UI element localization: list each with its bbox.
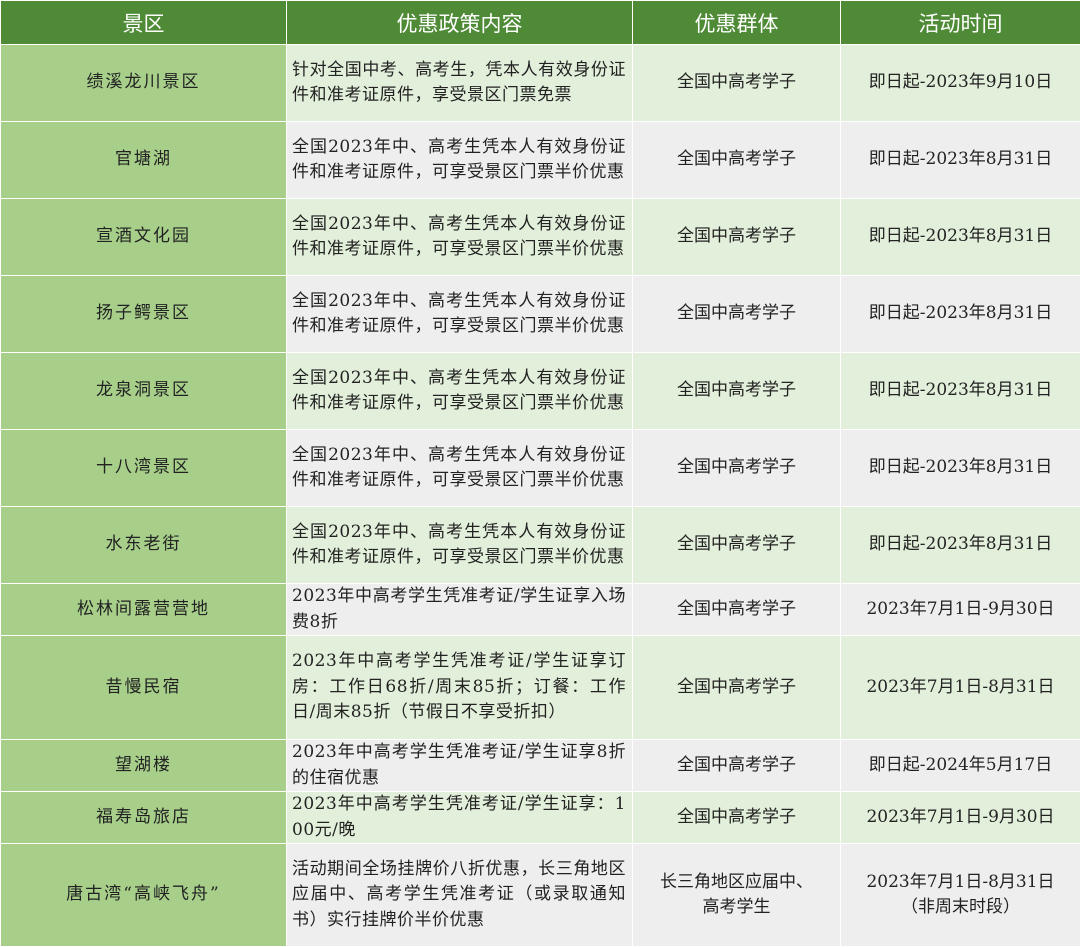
time-text: 2023年7月1日-9月30日 [841, 792, 1080, 844]
spot-name: 官塘湖 [1, 122, 287, 199]
table-row: 官塘湖 全国2023年中、高考生凭本人有效身份证件和准考证原件，可享受景区门票半… [1, 122, 1080, 199]
policy-text: 针对全国中考、高考生，凭本人有效身份证件和准考证原件，享受景区门票免票 [287, 45, 633, 122]
spot-name: 十八湾景区 [1, 430, 287, 507]
header-policy: 优惠政策内容 [287, 1, 633, 45]
table-row: 龙泉洞景区 全国2023年中、高考生凭本人有效身份证件和准考证原件，可享受景区门… [1, 353, 1080, 430]
time-text: 2023年7月1日-8月31日 [841, 636, 1080, 740]
time-text: 即日起-2023年8月31日 [841, 430, 1080, 507]
spot-name: 松林间露营营地 [1, 584, 287, 636]
group-text: 长三角地区应届中、 高考学生 [633, 844, 841, 947]
table-row: 唐古湾“高峡飞舟” 活动期间全场挂牌价八折优惠，长三角地区应届中、高考学生凭准考… [1, 844, 1080, 947]
header-group: 优惠群体 [633, 1, 841, 45]
group-text: 全国中高考学子 [633, 507, 841, 584]
policy-text: 2023年中高考学生凭准考证/学生证享：100元/晚 [287, 792, 633, 844]
spot-name: 唐古湾“高峡飞舟” [1, 844, 287, 947]
table-row: 福寿岛旅店 2023年中高考学生凭准考证/学生证享：100元/晚 全国中高考学子… [1, 792, 1080, 844]
group-text: 全国中高考学子 [633, 584, 841, 636]
header-row: 景区 优惠政策内容 优惠群体 活动时间 [1, 1, 1080, 45]
spot-name: 龙泉洞景区 [1, 353, 287, 430]
table-row: 扬子鳄景区 全国2023年中、高考生凭本人有效身份证件和准考证原件，可享受景区门… [1, 276, 1080, 353]
group-text: 全国中高考学子 [633, 636, 841, 740]
header-spot: 景区 [1, 1, 287, 45]
group-text: 全国中高考学子 [633, 792, 841, 844]
group-text: 全国中高考学子 [633, 276, 841, 353]
discount-table: 景区 优惠政策内容 优惠群体 活动时间 绩溪龙川景区 针对全国中考、高考生，凭本… [0, 0, 1080, 947]
table-row: 松林间露营营地 2023年中高考学生凭准考证/学生证享入场费8折 全国中高考学子… [1, 584, 1080, 636]
time-text: 即日起-2023年8月31日 [841, 353, 1080, 430]
spot-name: 绩溪龙川景区 [1, 45, 287, 122]
group-text: 全国中高考学子 [633, 740, 841, 792]
policy-text: 2023年中高考学生凭准考证/学生证享订房：工作日68折/周末85折；订餐：工作… [287, 636, 633, 740]
policy-text: 全国2023年中、高考生凭本人有效身份证件和准考证原件，可享受景区门票半价优惠 [287, 122, 633, 199]
time-text: 即日起-2024年5月17日 [841, 740, 1080, 792]
time-text: 即日起-2023年8月31日 [841, 199, 1080, 276]
policy-text: 活动期间全场挂牌价八折优惠，长三角地区应届中、高考学生凭准考证（或录取通知书）实… [287, 844, 633, 947]
time-text: 即日起-2023年8月31日 [841, 276, 1080, 353]
time-text: 即日起-2023年8月31日 [841, 122, 1080, 199]
table-row: 昔慢民宿 2023年中高考学生凭准考证/学生证享订房：工作日68折/周末85折；… [1, 636, 1080, 740]
table-row: 望湖楼 2023年中高考学生凭准考证/学生证享8折的住宿优惠 全国中高考学子 即… [1, 740, 1080, 792]
table-row: 绩溪龙川景区 针对全国中考、高考生，凭本人有效身份证件和准考证原件，享受景区门票… [1, 45, 1080, 122]
spot-name: 水东老街 [1, 507, 287, 584]
spot-name: 望湖楼 [1, 740, 287, 792]
policy-text: 全国2023年中、高考生凭本人有效身份证件和准考证原件，可享受景区门票半价优惠 [287, 430, 633, 507]
group-text: 全国中高考学子 [633, 45, 841, 122]
table-row: 宣酒文化园 全国2023年中、高考生凭本人有效身份证件和准考证原件，可享受景区门… [1, 199, 1080, 276]
spot-name: 宣酒文化园 [1, 199, 287, 276]
policy-text: 全国2023年中、高考生凭本人有效身份证件和准考证原件，可享受景区门票半价优惠 [287, 507, 633, 584]
spot-name: 福寿岛旅店 [1, 792, 287, 844]
time-text: 2023年7月1日-8月31日 （非周末时段） [841, 844, 1080, 947]
policy-text: 2023年中高考学生凭准考证/学生证享入场费8折 [287, 584, 633, 636]
group-text: 全国中高考学子 [633, 199, 841, 276]
header-time: 活动时间 [841, 1, 1080, 45]
time-text: 2023年7月1日-9月30日 [841, 584, 1080, 636]
group-text: 全国中高考学子 [633, 122, 841, 199]
policy-text: 全国2023年中、高考生凭本人有效身份证件和准考证原件，可享受景区门票半价优惠 [287, 353, 633, 430]
policy-text: 全国2023年中、高考生凭本人有效身份证件和准考证原件，可享受景区门票半价优惠 [287, 276, 633, 353]
time-text: 即日起-2023年8月31日 [841, 507, 1080, 584]
group-text: 全国中高考学子 [633, 430, 841, 507]
policy-text: 2023年中高考学生凭准考证/学生证享8折的住宿优惠 [287, 740, 633, 792]
spot-name: 昔慢民宿 [1, 636, 287, 740]
spot-name: 扬子鳄景区 [1, 276, 287, 353]
table-row: 十八湾景区 全国2023年中、高考生凭本人有效身份证件和准考证原件，可享受景区门… [1, 430, 1080, 507]
time-text: 即日起-2023年9月10日 [841, 45, 1080, 122]
policy-text: 全国2023年中、高考生凭本人有效身份证件和准考证原件，可享受景区门票半价优惠 [287, 199, 633, 276]
group-text: 全国中高考学子 [633, 353, 841, 430]
table-row: 水东老街 全国2023年中、高考生凭本人有效身份证件和准考证原件，可享受景区门票… [1, 507, 1080, 584]
